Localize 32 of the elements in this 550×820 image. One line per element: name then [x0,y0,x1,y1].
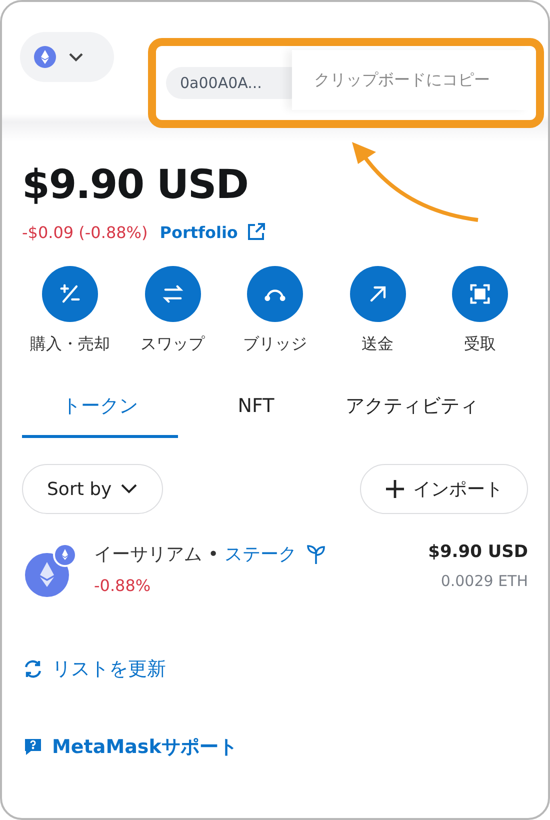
refresh-list-link[interactable]: リストを更新 [22,656,528,682]
support-link[interactable]: MetaMaskサポート [22,734,528,760]
balance-amount: $9.90 USD [22,162,248,208]
network-selector[interactable] [20,32,114,82]
ethereum-icon [34,46,56,68]
token-amount: 0.0029 ETH [440,572,528,590]
plus-icon [385,479,405,499]
ethereum-token-icon [22,542,78,598]
action-button[interactable]: 購入・売却 [20,266,120,355]
refresh-icon [22,658,44,680]
external-link-icon [246,222,266,242]
tab[interactable]: アクティビティ [334,393,490,438]
tab[interactable]: トークン [22,393,178,438]
token-change: -0.88% [94,576,152,595]
chevron-down-icon [120,483,138,495]
action-button[interactable]: スワップ [122,266,222,355]
separator-dot: • [208,544,219,564]
action-button[interactable]: 送金 [328,266,428,355]
sprout-icon [304,543,327,565]
stake-link[interactable]: ステーク [224,542,327,566]
action-button[interactable]: 受取 [430,266,530,355]
token-fiat-value: $9.90 USD [428,542,528,562]
tab[interactable]: NFT [178,393,334,438]
action-button[interactable]: ブリッジ [225,266,325,355]
import-button[interactable]: インポート [360,464,528,514]
copy-tooltip: クリップボードにコピー [292,50,530,110]
sort-button[interactable]: Sort by [22,464,163,514]
help-chat-icon [22,736,44,758]
balance-change: -$0.09 (-0.88%) [22,222,148,242]
chevron-down-icon [68,52,84,62]
portfolio-link[interactable]: Portfolio [160,222,266,242]
token-name: イーサリアム [94,543,202,566]
